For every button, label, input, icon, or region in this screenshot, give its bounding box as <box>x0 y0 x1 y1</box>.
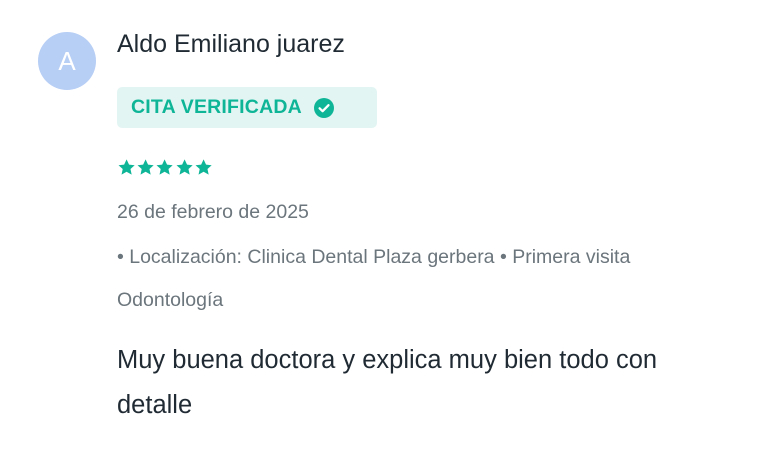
review-comment: Muy buena doctora y explica muy bien tod… <box>117 346 658 419</box>
review-date: 26 de febrero de 2025 <box>117 201 309 223</box>
verified-badge-label: CITA VERIFICADA <box>131 96 302 118</box>
star-icon <box>156 159 174 175</box>
avatar-initial: A <box>58 45 76 76</box>
review-card: A Aldo Emiliano juarez CITA VERIFICADA 2… <box>0 0 768 472</box>
verified-badge: CITA VERIFICADA <box>117 87 377 128</box>
star-icon <box>137 159 154 175</box>
star-icon <box>195 159 212 175</box>
visit-details: • Localización: Clinica Dental Plaza ger… <box>117 246 631 311</box>
star-icon <box>176 159 193 175</box>
avatar: A <box>38 32 96 90</box>
star-icon <box>118 159 135 175</box>
star-rating <box>117 158 213 177</box>
reviewer-name: Aldo Emiliano juarez <box>117 30 345 58</box>
check-circle-icon <box>313 97 334 118</box>
